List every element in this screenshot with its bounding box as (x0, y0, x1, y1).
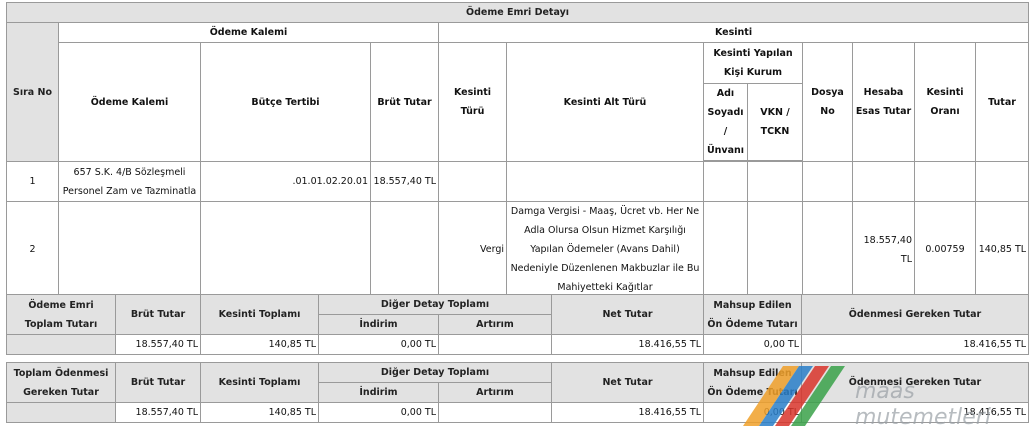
total-net-label: Net Tutar (551, 362, 705, 403)
header-tutar: Tutar (974, 42, 1030, 162)
cell-butce: .01.01.02.20.01 (200, 161, 371, 202)
total-row-label-cont (6, 402, 116, 423)
cell-oran (914, 161, 976, 202)
summary-net-label: Net Tutar (551, 294, 705, 335)
odeme-emri-detay-table: Ödeme Emri Detayı Sıra No Ödeme Kalemi K… (5, 2, 1030, 298)
total-artirim (437, 402, 553, 423)
summary-odenmesi: 18.416,55 TL (801, 334, 1030, 355)
header-kesinti-turu: Kesinti Türü (438, 42, 507, 162)
cell-sira: 1 (6, 161, 59, 202)
cell-tutar (974, 161, 1030, 202)
table-title: Ödeme Emri Detayı (5, 2, 1030, 23)
total-mahsup-label: Mahsup Edilen Ön Ödeme Tutarı (703, 362, 803, 403)
cell-hesaba (852, 161, 915, 202)
summary-odenmesi-label: Ödenmesi Gereken Tutar (801, 294, 1030, 335)
header-odeme-kalemi: Ödeme Kalemi (58, 42, 201, 162)
header-kesinti-orani: Kesinti Oranı (914, 42, 976, 162)
summary-brut-label: Brüt Tutar (115, 294, 201, 335)
total-artirim-label: Artırım (437, 382, 553, 403)
total-kesinti-label: Kesinti Toplamı (200, 362, 319, 403)
header-kesinti-alt-turu: Kesinti Alt Türü (506, 42, 704, 162)
cell-hesaba: 18.557,40 TL (852, 201, 915, 298)
header-kisi-kurum: Kesinti Yapılan Kişi Kurum (703, 42, 803, 84)
summary-kesinti: 140,85 TL (200, 334, 319, 355)
summary-indirim-label: İndirim (318, 314, 439, 335)
total-odenmesi: 18.416,55 TL (801, 402, 1030, 423)
cell-vkn (747, 201, 803, 298)
total-indirim: 0,00 TL (318, 402, 439, 423)
cell-kesinti-turu: Vergi (438, 201, 507, 298)
total-diger-label: Diğer Detay Toplamı (317, 362, 553, 383)
header-brut-tutar: Brüt Tutar (370, 42, 439, 162)
summary-kesinti-label: Kesinti Toplamı (200, 294, 319, 335)
total-kesinti: 140,85 TL (200, 402, 319, 423)
cell-dosya (802, 201, 853, 298)
header-adi-soyadi: Adı Soyadı / Ünvanı (703, 83, 748, 161)
odeme-emri-toplam-table: Ödeme Emri Toplam Tutarı Brüt Tutar Kesi… (6, 294, 1030, 355)
cell-sira: 2 (6, 201, 59, 298)
cell-tutar: 140,85 TL (974, 201, 1030, 298)
summary-brut: 18.557,40 TL (115, 334, 201, 355)
summary-net: 18.416,55 TL (551, 334, 705, 355)
summary-artirim-label: Artırım (437, 314, 553, 335)
header-hesaba-esas: Hesaba Esas Tutar (852, 42, 915, 162)
summary-mahsup-label: Mahsup Edilen Ön Ödeme Tutarı (703, 294, 803, 335)
cell-brut (370, 201, 439, 298)
table-row: 1 657 S.K. 4/B Sözleşmeli Personel Zam v… (6, 161, 1030, 202)
cell-dosya (802, 161, 853, 202)
cell-oran: 0.00759 (914, 201, 976, 298)
cell-brut: 18.557,40 TL (370, 161, 439, 202)
cell-alt-turu: Damga Vergisi - Maaş, Ücret vb. Her Ne A… (506, 201, 704, 298)
cell-butce (200, 201, 371, 298)
cell-vkn (747, 161, 803, 202)
header-sira-no: Sıra No (6, 22, 59, 162)
toplam-odenmesi-table: Toplam Ödenmesi Gereken Tutar Brüt Tutar… (6, 362, 1030, 423)
cell-odeme-kalemi: 657 S.K. 4/B Sözleşmeli Personel Zam ve … (58, 161, 201, 202)
total-net: 18.416,55 TL (551, 402, 705, 423)
cell-odeme-kalemi (58, 201, 201, 298)
summary-row-label: Ödeme Emri Toplam Tutarı (6, 294, 116, 335)
total-indirim-label: İndirim (318, 382, 439, 403)
header-kesinti-group: Kesinti (437, 22, 1030, 43)
summary-row-label-cont (6, 334, 116, 355)
table-row: 2 Vergi Damga Vergisi - Maaş, Ücret vb. … (6, 201, 1030, 298)
header-vkn-tckn: VKN / TCKN (747, 83, 803, 161)
summary-indirim: 0,00 TL (318, 334, 439, 355)
total-brut-label: Brüt Tutar (115, 362, 201, 403)
cell-alt-turu (506, 161, 704, 202)
summary-mahsup: 0,00 TL (703, 334, 803, 355)
header-odeme-kalemi-group: Ödeme Kalemi (58, 22, 439, 43)
header-butce-tertibi: Bütçe Tertibi (200, 42, 371, 162)
header-dosya-no: Dosya No (802, 42, 853, 162)
cell-kesinti-turu (438, 161, 507, 202)
total-brut: 18.557,40 TL (115, 402, 201, 423)
cell-adi (703, 161, 748, 202)
total-odenmesi-label: Ödenmesi Gereken Tutar (801, 362, 1030, 403)
summary-diger-label: Diğer Detay Toplamı (317, 294, 553, 315)
cell-adi (703, 201, 748, 298)
summary-artirim (437, 334, 553, 355)
total-row-label: Toplam Ödenmesi Gereken Tutar (6, 362, 116, 403)
total-mahsup: 0,00 TL (703, 402, 803, 423)
